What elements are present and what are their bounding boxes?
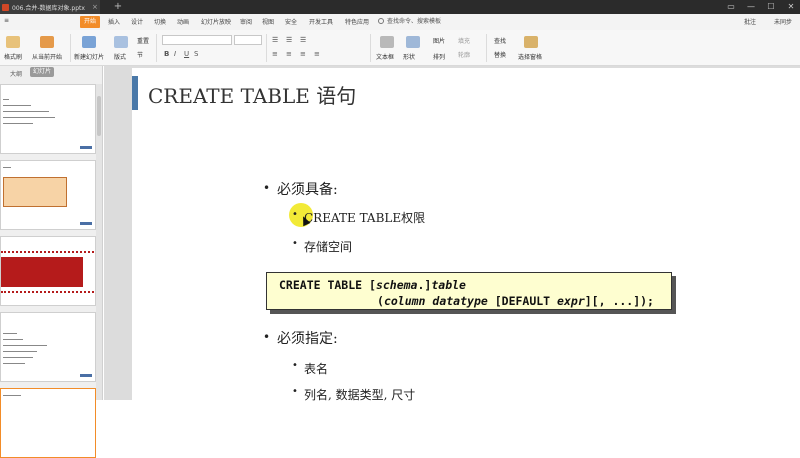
sync-status[interactable]: 未同步: [774, 17, 792, 26]
code-line-1: CREATE TABLE [schema.]table: [279, 278, 466, 292]
shape-button[interactable]: 形状: [403, 52, 415, 61]
close-window-button[interactable]: ✕: [782, 0, 800, 14]
ribbon-divider: [486, 34, 487, 62]
bullet-dot: •: [263, 181, 271, 195]
bullet-dot: •: [292, 209, 298, 220]
title-accent-bar: [132, 76, 138, 110]
new-slide-icon[interactable]: [82, 36, 96, 48]
menu-tab-view[interactable]: 视图: [262, 17, 274, 26]
slide-thumbnail[interactable]: [0, 84, 96, 154]
menu-tab-developer[interactable]: 开发工具: [309, 17, 333, 26]
shape-icon[interactable]: [406, 36, 420, 48]
bullet-must-specify[interactable]: 必须指定:: [277, 328, 338, 348]
slide-thumbnail[interactable]: [0, 312, 96, 382]
presentation-file-icon: [2, 3, 9, 11]
slide-thumbnail-panel: 大纲 幻灯片: [0, 66, 103, 458]
strikethrough-icon[interactable]: S: [194, 50, 198, 58]
command-search[interactable]: 查找命令、搜索模板: [378, 16, 478, 28]
align-right-icon[interactable]: ≡: [300, 50, 306, 58]
ribbon-divider: [156, 34, 157, 62]
search-icon: [378, 18, 384, 24]
text-box-button[interactable]: 文本框: [376, 52, 394, 61]
section-button[interactable]: 节: [137, 50, 143, 59]
app-menu-icon[interactable]: ≡: [4, 17, 9, 24]
current-slide[interactable]: CREATE TABLE 语句 • 必须具备: • CREATE TABLE权限…: [132, 68, 800, 403]
replace-button[interactable]: 替换: [494, 50, 506, 59]
title-bar: 006.合并-数据库对象.pptx × + ▭ — ☐ ✕: [0, 0, 800, 14]
menu-tab-animation[interactable]: 动画: [177, 17, 189, 26]
fill-button[interactable]: 填充: [458, 36, 470, 45]
underline-icon[interactable]: U: [184, 50, 189, 58]
bullet-create-privilege[interactable]: CREATE TABLE权限: [304, 209, 425, 226]
play-from-current-icon[interactable]: [40, 36, 54, 48]
reset-button[interactable]: 重置: [137, 36, 149, 45]
bullet-requirements[interactable]: 必须具备:: [277, 179, 338, 199]
bullets-icon[interactable]: ☰: [272, 36, 278, 44]
ribbon-divider: [70, 34, 71, 62]
menu-tab-security[interactable]: 安全: [285, 17, 297, 26]
outline-button[interactable]: 轮廓: [458, 50, 470, 59]
layout-button[interactable]: 版式: [114, 52, 126, 61]
align-left-icon[interactable]: ≡: [272, 50, 278, 58]
new-slide-button[interactable]: 新建幻灯片: [74, 52, 104, 61]
bullet-table-name[interactable]: 表名: [304, 360, 328, 377]
panel-scrollbar[interactable]: [96, 84, 102, 400]
comment-button[interactable]: 批注: [744, 17, 756, 26]
document-tab[interactable]: 006.合并-数据库对象.pptx ×: [0, 0, 100, 14]
bullet-dot: •: [292, 386, 298, 397]
play-from-current-button[interactable]: 从当前开始: [32, 52, 62, 61]
bullet-column-spec[interactable]: 列名, 数据类型, 尺寸: [304, 386, 415, 403]
search-placeholder: 查找命令、搜索模板: [387, 18, 442, 25]
arrange-button[interactable]: 排列: [433, 52, 445, 61]
format-painter-icon[interactable]: [6, 36, 20, 48]
document-tab-label: 006.合并-数据库对象.pptx: [12, 4, 85, 12]
slide-thumbnail[interactable]: [0, 160, 96, 230]
menu-tab-design[interactable]: 设计: [131, 17, 143, 26]
window-mode-button[interactable]: ▭: [722, 0, 740, 14]
menu-tab-features[interactable]: 特色应用: [345, 17, 369, 26]
layout-icon[interactable]: [114, 36, 128, 48]
slide-thumbnail-selected[interactable]: [0, 388, 96, 458]
menu-tab-slideshow[interactable]: 幻灯片放映: [201, 17, 231, 26]
maximize-button[interactable]: ☐: [762, 0, 780, 14]
selection-pane-icon[interactable]: [524, 36, 538, 48]
bullet-dot: •: [263, 330, 271, 344]
new-tab-button[interactable]: +: [112, 0, 124, 14]
bullet-dot: •: [292, 360, 298, 371]
format-painter-button[interactable]: 格式刷: [4, 52, 22, 61]
text-box-icon[interactable]: [380, 36, 394, 48]
menu-tab-transition[interactable]: 切换: [154, 17, 166, 26]
font-size-select[interactable]: [234, 35, 262, 45]
minimize-button[interactable]: —: [742, 0, 760, 14]
align-center-icon[interactable]: ≡: [286, 50, 292, 58]
bullet-storage[interactable]: 存储空间: [304, 238, 352, 255]
syntax-code-box[interactable]: CREATE TABLE [schema.]table (column data…: [266, 272, 672, 310]
ribbon-divider: [370, 34, 371, 62]
bullet-dot: •: [292, 238, 298, 249]
font-family-select[interactable]: [162, 35, 232, 45]
menu-tab-insert[interactable]: 插入: [108, 17, 120, 26]
selection-pane-button[interactable]: 选择窗格: [518, 52, 542, 61]
outline-tab[interactable]: 大纲: [10, 69, 22, 78]
slides-tab[interactable]: 幻灯片: [30, 67, 54, 77]
ribbon-divider: [266, 34, 267, 62]
bold-icon[interactable]: B: [164, 50, 169, 58]
menu-tab-review[interactable]: 审阅: [240, 17, 252, 26]
editor-canvas: CREATE TABLE 语句 • 必须具备: • CREATE TABLE权限…: [104, 66, 800, 403]
picture-button[interactable]: 图片: [433, 36, 445, 45]
slide-thumbnail[interactable]: [0, 236, 96, 306]
numbering-icon[interactable]: ☰: [286, 36, 292, 44]
ribbon-toolbar: 格式刷 从当前开始 新建幻灯片 版式 重置 节 B I U S ☰ ☰ ☰ ≡ …: [0, 30, 800, 66]
justify-icon[interactable]: ≡: [314, 50, 320, 58]
menu-tab-start[interactable]: 开始: [80, 16, 100, 28]
close-tab-icon[interactable]: ×: [92, 3, 98, 11]
find-button[interactable]: 查找: [494, 36, 506, 45]
slide-title[interactable]: CREATE TABLE 语句: [148, 80, 356, 109]
code-line-2: (column datatype [DEFAULT expr][, ...]);: [377, 294, 654, 308]
scrollbar-thumb[interactable]: [97, 96, 101, 136]
indent-icon[interactable]: ☰: [300, 36, 306, 44]
italic-icon[interactable]: I: [174, 50, 176, 58]
